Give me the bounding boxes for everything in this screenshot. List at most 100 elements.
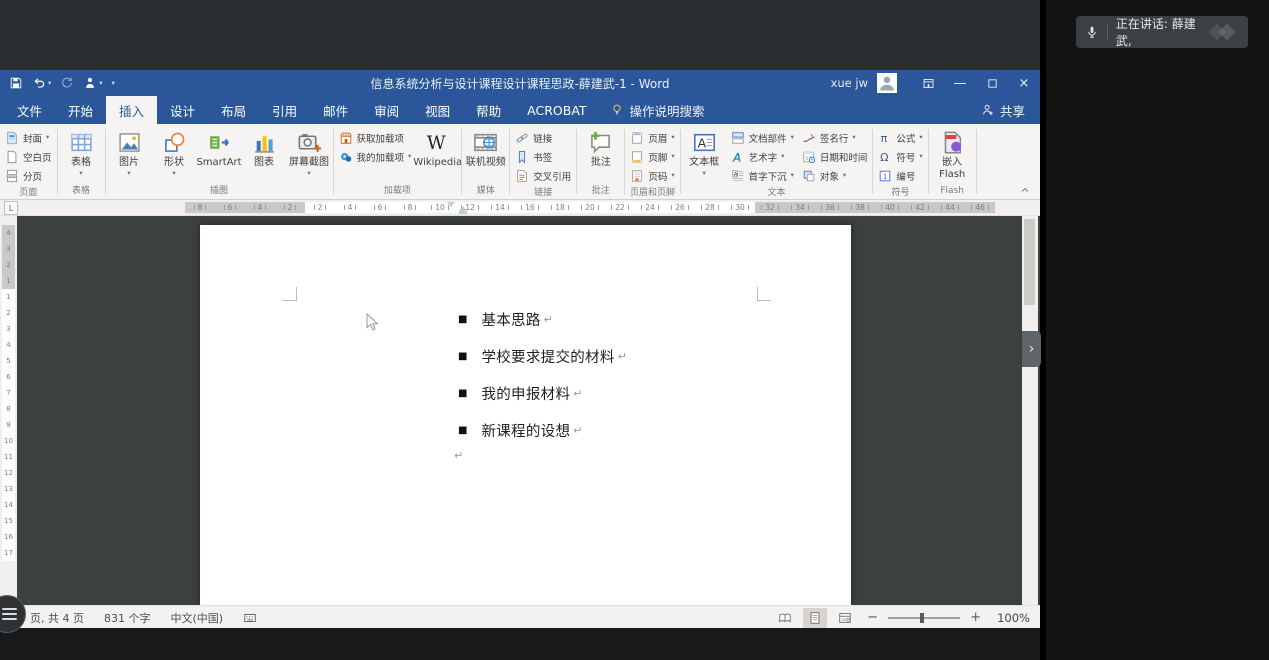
tab-布局[interactable]: 布局 xyxy=(208,96,259,124)
my-addins-icon xyxy=(339,150,353,164)
svg-text:1: 1 xyxy=(883,172,887,180)
qat-customize-icon[interactable]: ▾ xyxy=(112,80,115,87)
ink-mode-button[interactable]: ▾ xyxy=(83,76,102,90)
ruler-tick: 1 xyxy=(2,273,15,289)
zoom-out-button[interactable]: − xyxy=(863,610,882,625)
ribbon-button-空白页[interactable]: 空白页 xyxy=(1,147,56,166)
dropdown-caret-icon: ▾ xyxy=(791,172,794,179)
ribbon-button-书签[interactable]: 书签 xyxy=(511,147,575,166)
tab-ACROBAT[interactable]: ACROBAT xyxy=(514,96,599,124)
list-line-icon xyxy=(2,613,17,615)
ribbon-button-Wikipedia[interactable]: WWikipedia xyxy=(415,126,460,169)
maximize-icon[interactable] xyxy=(976,70,1008,96)
signed-in-user[interactable]: xue jw xyxy=(831,76,868,90)
signature-icon xyxy=(802,131,816,145)
ribbon-group-插图: 图片▾形状▾SmartArt图表屏幕截图▾插图 xyxy=(106,124,333,199)
tell-me-search[interactable]: 操作说明搜索 xyxy=(610,96,705,124)
ribbon-button-链接[interactable]: 链接 xyxy=(511,128,575,147)
tab-视图[interactable]: 视图 xyxy=(412,96,463,124)
bullet-text: 基本思路 xyxy=(481,309,540,330)
ribbon-button-日期和时间[interactable]: 日期和时间 xyxy=(798,147,872,166)
ruler-tick: 7 xyxy=(2,385,15,401)
cover-page-icon xyxy=(5,131,19,145)
zoom-slider-thumb[interactable] xyxy=(920,613,924,623)
keyboard-status-icon[interactable] xyxy=(243,611,257,625)
horizontal-ruler[interactable]: L 86422468101214161820222426283032343638… xyxy=(0,200,1040,216)
tab-审阅[interactable]: 审阅 xyxy=(361,96,412,124)
ribbon-button-首字下沉[interactable]: A首字下沉▾ xyxy=(727,166,798,185)
first-line-indent-marker[interactable] xyxy=(447,202,455,207)
margin-crop-mark-right xyxy=(757,287,771,301)
tab-stop-selector[interactable]: L xyxy=(4,201,18,215)
ribbon-group-链接: 链接书签交叉引用链接 xyxy=(510,124,576,199)
tab-帮助[interactable]: 帮助 xyxy=(463,96,514,124)
ribbon-button-交叉引用[interactable]: 交叉引用 xyxy=(511,166,575,185)
ribbon-button-表格[interactable]: 表格▾ xyxy=(59,126,104,176)
tab-插入[interactable]: 插入 xyxy=(106,96,157,124)
ribbon-button-分页[interactable]: 分页 xyxy=(1,166,56,185)
ribbon-button-图表[interactable]: 图表 xyxy=(242,126,287,169)
ribbon-group-label: 页面 xyxy=(1,185,56,201)
ribbon-button-形状[interactable]: 形状▾ xyxy=(152,126,197,176)
language-status[interactable]: 中文(中国) xyxy=(171,610,224,626)
tab-引用[interactable]: 引用 xyxy=(259,96,310,124)
ribbon-display-options-icon[interactable] xyxy=(912,70,944,96)
tell-me-label: 操作说明搜索 xyxy=(630,101,705,120)
ribbon-button-我的加载项[interactable]: 我的加载项▾ xyxy=(335,147,416,166)
save-icon[interactable] xyxy=(9,76,23,90)
ribbon-button-艺术字[interactable]: A艺术字▾ xyxy=(727,147,798,166)
zoom-in-button[interactable]: + xyxy=(966,610,985,625)
page-count-status[interactable]: 页, 共 4 页 xyxy=(30,610,84,626)
read-mode-view-icon[interactable] xyxy=(773,608,797,628)
tab-开始[interactable]: 开始 xyxy=(55,96,106,124)
ribbon-button-文档部件[interactable]: 文档部件▾ xyxy=(727,128,798,147)
ribbon-group-文本: A文本框▾文档部件▾A艺术字▾A首字下沉▾签名行▾日期和时间对象▾文本 xyxy=(681,124,873,199)
vertical-ruler-scale: 43211234567891011121314151617 xyxy=(2,225,15,561)
quick-access-toolbar: ▾ ▾ ▾ xyxy=(0,76,115,90)
ribbon-button-对象[interactable]: 对象▾ xyxy=(798,166,872,185)
ribbon-button-封面[interactable]: 封面▾ xyxy=(1,128,56,147)
lightbulb-icon xyxy=(610,103,624,117)
left-indent-marker[interactable] xyxy=(459,211,467,214)
screen-share-area: ▾ ▾ ▾ 信息系统分析与设计课程设计课程思政-薛建武-1 - Word xue… xyxy=(0,0,1040,660)
document-page[interactable]: ■基本思路↵■学校要求提交的材料↵■我的申报材料↵■新课程的设想↵ ↵ xyxy=(200,225,851,605)
vertical-scrollbar[interactable] xyxy=(1022,216,1038,605)
collapse-ribbon-icon[interactable] xyxy=(1018,181,1032,193)
web-layout-view-icon[interactable] xyxy=(833,608,857,628)
user-avatar-icon[interactable] xyxy=(876,73,898,93)
word-count-status[interactable]: 831 个字 xyxy=(104,610,151,626)
tab-文件[interactable]: 文件 xyxy=(4,96,55,124)
svg-text:A: A xyxy=(697,136,706,151)
ribbon-button-编号[interactable]: 1编号 xyxy=(874,166,926,185)
print-layout-view-icon[interactable] xyxy=(803,608,827,628)
panel-collapse-handle[interactable]: › xyxy=(1022,331,1041,367)
ribbon-button-文本框[interactable]: A文本框▾ xyxy=(682,126,727,176)
ribbon-button-页眉[interactable]: 页眉▾ xyxy=(626,128,678,147)
zoom-slider[interactable] xyxy=(888,617,960,619)
ribbon-button-屏幕截图[interactable]: 屏幕截图▾ xyxy=(287,126,332,176)
ribbon-button-label: SmartArt xyxy=(196,157,241,169)
tab-设计[interactable]: 设计 xyxy=(157,96,208,124)
ribbon-button-符号[interactable]: Ω符号▾ xyxy=(874,147,926,166)
ribbon-button-公式[interactable]: π公式▾ xyxy=(874,128,926,147)
ribbon-button-页脚[interactable]: 页脚▾ xyxy=(626,147,678,166)
ribbon-button-批注[interactable]: 批注 xyxy=(578,126,623,169)
share-button[interactable]: 共享 xyxy=(981,96,1040,124)
minimize-icon[interactable]: — xyxy=(944,70,976,96)
ribbon-button-页码[interactable]: 页码▾ xyxy=(626,166,678,185)
scrollbar-thumb[interactable] xyxy=(1024,219,1035,305)
undo-button[interactable]: ▾ xyxy=(32,76,51,90)
tab-邮件[interactable]: 邮件 xyxy=(310,96,361,124)
ribbon-button-签名行[interactable]: 签名行▾ xyxy=(798,128,872,147)
redo-icon[interactable] xyxy=(60,76,74,90)
zoom-level[interactable]: 100% xyxy=(997,611,1030,625)
vertical-ruler[interactable]: 43211234567891011121314151617 xyxy=(0,216,17,605)
ribbon-tabs: 文件开始插入设计布局引用邮件审阅视图帮助ACROBAT xyxy=(0,96,600,124)
ribbon-button-SmartArt[interactable]: SmartArt xyxy=(197,126,242,169)
ribbon-button-图片[interactable]: 图片▾ xyxy=(107,126,152,176)
close-icon[interactable]: × xyxy=(1008,70,1040,96)
omega-icon: Ω xyxy=(878,150,892,164)
ribbon-button-联机视频[interactable]: 联机视频 xyxy=(463,126,508,169)
ribbon-button-获取加载项[interactable]: 获取加载项 xyxy=(335,128,416,147)
ribbon-button-嵌入 Flash[interactable]: 嵌入 Flash xyxy=(930,126,975,180)
